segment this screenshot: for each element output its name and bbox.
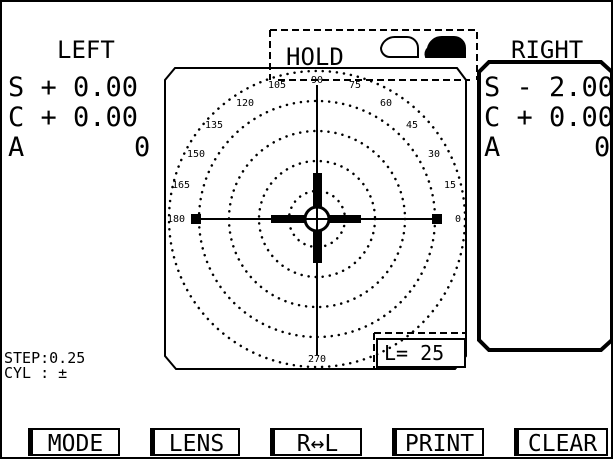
target-graphics: 0 15 30 45 60 75 90 105 120 135 150 165 180 270 xyxy=(0,0,613,459)
print-button[interactable]: PRINT xyxy=(392,428,484,457)
right-marker xyxy=(432,214,442,224)
hold-off-icon xyxy=(379,35,419,58)
angle-label-30: 30 xyxy=(428,149,440,160)
angle-label-0: 0 xyxy=(455,214,461,225)
angle-label-270: 270 xyxy=(308,354,326,365)
screen-border xyxy=(0,0,613,459)
angle-label-180: 180 xyxy=(167,214,185,225)
clear-button[interactable]: CLEAR xyxy=(514,428,608,457)
lensmeter-screen: LEFT S + 0.00 C + 0.00 A 0 HOLD RIGHT S … xyxy=(0,0,613,459)
angle-label-135: 135 xyxy=(205,120,223,131)
angle-label-60: 60 xyxy=(380,98,392,109)
left-marker xyxy=(191,214,201,224)
angle-label-150: 150 xyxy=(187,149,205,160)
angle-label-105: 105 xyxy=(268,80,286,91)
angle-label-45: 45 xyxy=(406,120,418,131)
l-readout: L= 25 xyxy=(384,341,445,365)
swap-rl-button[interactable]: R↔L xyxy=(270,428,362,457)
right-panel-box xyxy=(477,60,613,352)
angle-label-15: 15 xyxy=(444,180,456,191)
angle-label-120: 120 xyxy=(236,98,254,109)
angle-label-165: 165 xyxy=(172,180,190,191)
angle-label-90: 90 xyxy=(311,75,323,86)
lens-button[interactable]: LENS xyxy=(150,428,240,457)
mode-button[interactable]: MODE xyxy=(28,428,120,457)
angle-label-75: 75 xyxy=(349,80,361,91)
hold-on-icon xyxy=(424,35,466,58)
